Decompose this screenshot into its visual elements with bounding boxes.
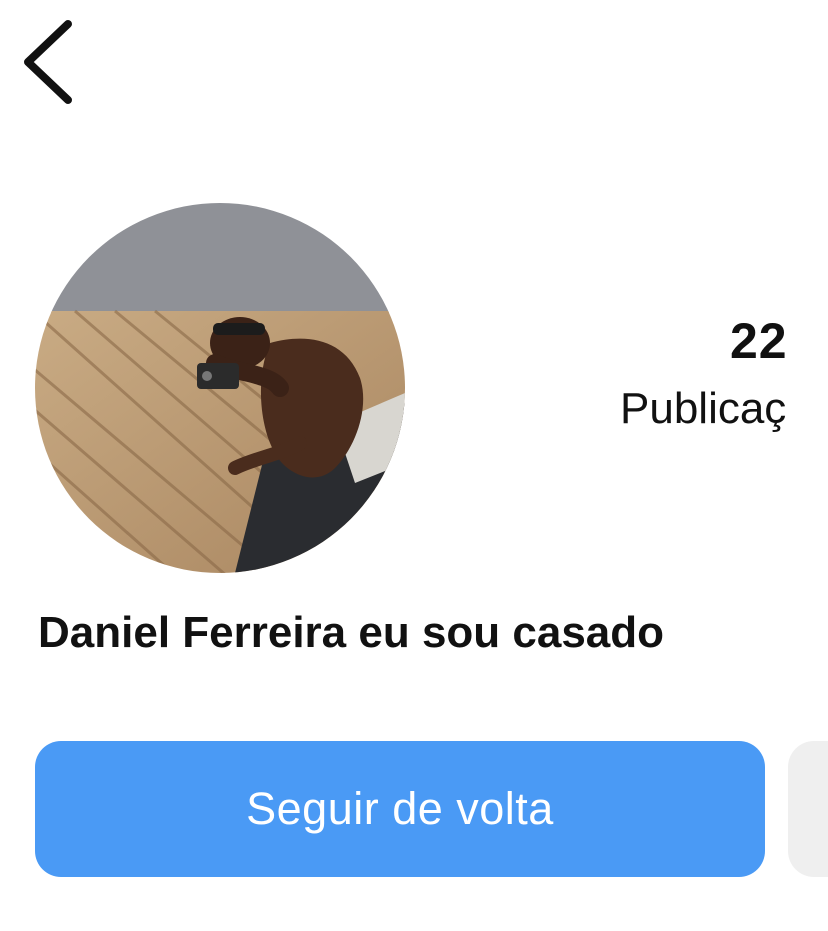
avatar[interactable] — [35, 203, 405, 573]
posts-count: 22 — [730, 313, 788, 369]
follow-back-label: Seguir de volta — [246, 783, 554, 834]
secondary-action-button[interactable] — [788, 741, 828, 877]
posts-label: Publicaç — [620, 384, 787, 433]
back-button[interactable] — [14, 14, 94, 114]
profile-photo — [35, 203, 405, 573]
chevron-left-icon — [14, 14, 94, 114]
profile-screen: 22 Publicaç Daniel Ferreira eu sou casad… — [0, 0, 828, 931]
follow-back-button[interactable]: Seguir de volta — [35, 741, 765, 877]
profile-name: Daniel Ferreira eu sou casado — [38, 608, 665, 657]
